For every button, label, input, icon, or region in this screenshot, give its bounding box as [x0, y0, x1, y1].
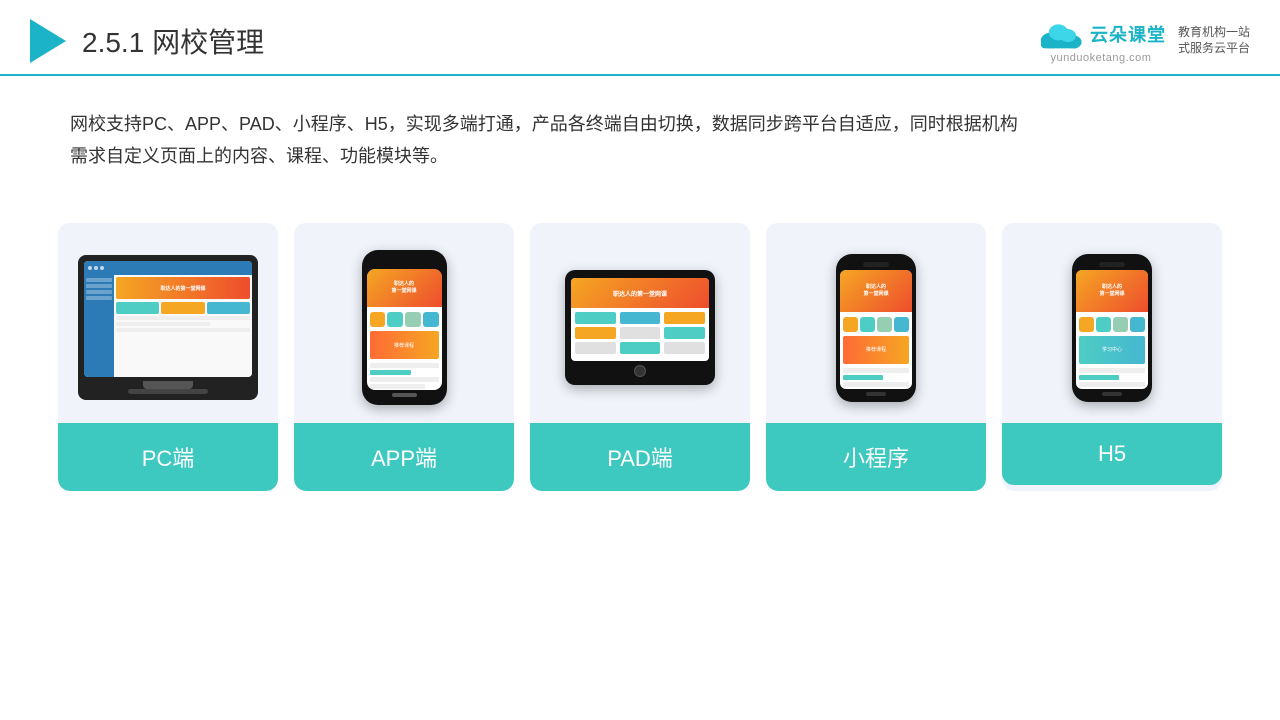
card-miniprogram-image: 职达人的第一堂网课 推荐课程 — [766, 223, 986, 423]
mini-phone-h5: 职达人的第一堂网课 学习中心 — [1072, 254, 1152, 402]
card-app-image: 职达人的第一堂网课 推荐课程 — [294, 223, 514, 423]
header: 2.5.1 网校管理 云朵课堂 yunduoketang.com 教育机构一站 … — [0, 0, 1280, 76]
logo-area: 云朵课堂 yunduoketang.com 教育机构一站 式服务云平台 — [1036, 18, 1250, 64]
card-h5-image: 职达人的第一堂网课 学习中心 — [1002, 223, 1222, 423]
phone-mock-app: 职达人的第一堂网课 推荐课程 — [362, 250, 447, 405]
card-h5: 职达人的第一堂网课 学习中心 — [1002, 223, 1222, 491]
header-left: 2.5.1 网校管理 — [30, 19, 264, 63]
card-h5-label: H5 — [1002, 423, 1222, 485]
play-icon — [30, 19, 66, 63]
mini-notch-h5 — [1099, 262, 1125, 267]
pc-monitor: 职达人的第一堂网课 — [78, 255, 258, 400]
phone-home-btn — [392, 393, 417, 397]
mini-phone-miniprogram: 职达人的第一堂网课 推荐课程 — [836, 254, 916, 402]
logo-cloud: 云朵课堂 — [1036, 18, 1166, 50]
pc-screen: 职达人的第一堂网课 — [84, 261, 252, 377]
page-title: 2.5.1 网校管理 — [82, 21, 264, 61]
cloud-icon — [1036, 18, 1084, 50]
logo-name: 云朵课堂 — [1090, 21, 1166, 47]
pc-base — [128, 389, 208, 394]
card-pad-label: PAD端 — [530, 423, 750, 491]
mini-screen-h5: 职达人的第一堂网课 学习中心 — [1076, 270, 1148, 389]
tablet-home-btn — [634, 365, 646, 377]
card-pad-image: 职达人的第一堂网课 — [530, 223, 750, 423]
logo-tagline: 教育机构一站 式服务云平台 — [1178, 25, 1250, 56]
card-pc-label: PC端 — [58, 423, 278, 491]
mini-screen-mp: 职达人的第一堂网课 推荐课程 — [840, 270, 912, 389]
card-pad: 职达人的第一堂网课 — [530, 223, 750, 491]
title-prefix: 2.5.1 — [82, 27, 144, 58]
description-text: 网校支持PC、APP、PAD、小程序、H5，实现多端打通，产品各终端自由切换，数… — [70, 108, 1210, 173]
tablet-mock: 职达人的第一堂网课 — [565, 270, 715, 385]
card-miniprogram-label: 小程序 — [766, 423, 986, 491]
card-miniprogram: 职达人的第一堂网课 推荐课程 — [766, 223, 986, 491]
description: 网校支持PC、APP、PAD、小程序、H5，实现多端打通，产品各终端自由切换，数… — [0, 76, 1280, 193]
card-pc: 职达人的第一堂网课 — [58, 223, 278, 491]
pc-stand — [143, 381, 193, 389]
mini-notch-mp — [863, 262, 889, 267]
logo-block: 云朵课堂 yunduoketang.com — [1036, 18, 1166, 64]
phone-screen-app: 职达人的第一堂网课 推荐课程 — [367, 269, 442, 390]
cards-container: 职达人的第一堂网课 — [0, 203, 1280, 521]
phone-notch-app — [390, 260, 418, 266]
logo-url: yunduoketang.com — [1051, 52, 1152, 64]
card-app-label: APP端 — [294, 423, 514, 491]
title-main: 网校管理 — [152, 27, 264, 58]
tablet-screen: 职达人的第一堂网课 — [571, 278, 709, 361]
card-pc-image: 职达人的第一堂网课 — [58, 223, 278, 423]
card-app: 职达人的第一堂网课 推荐课程 — [294, 223, 514, 491]
